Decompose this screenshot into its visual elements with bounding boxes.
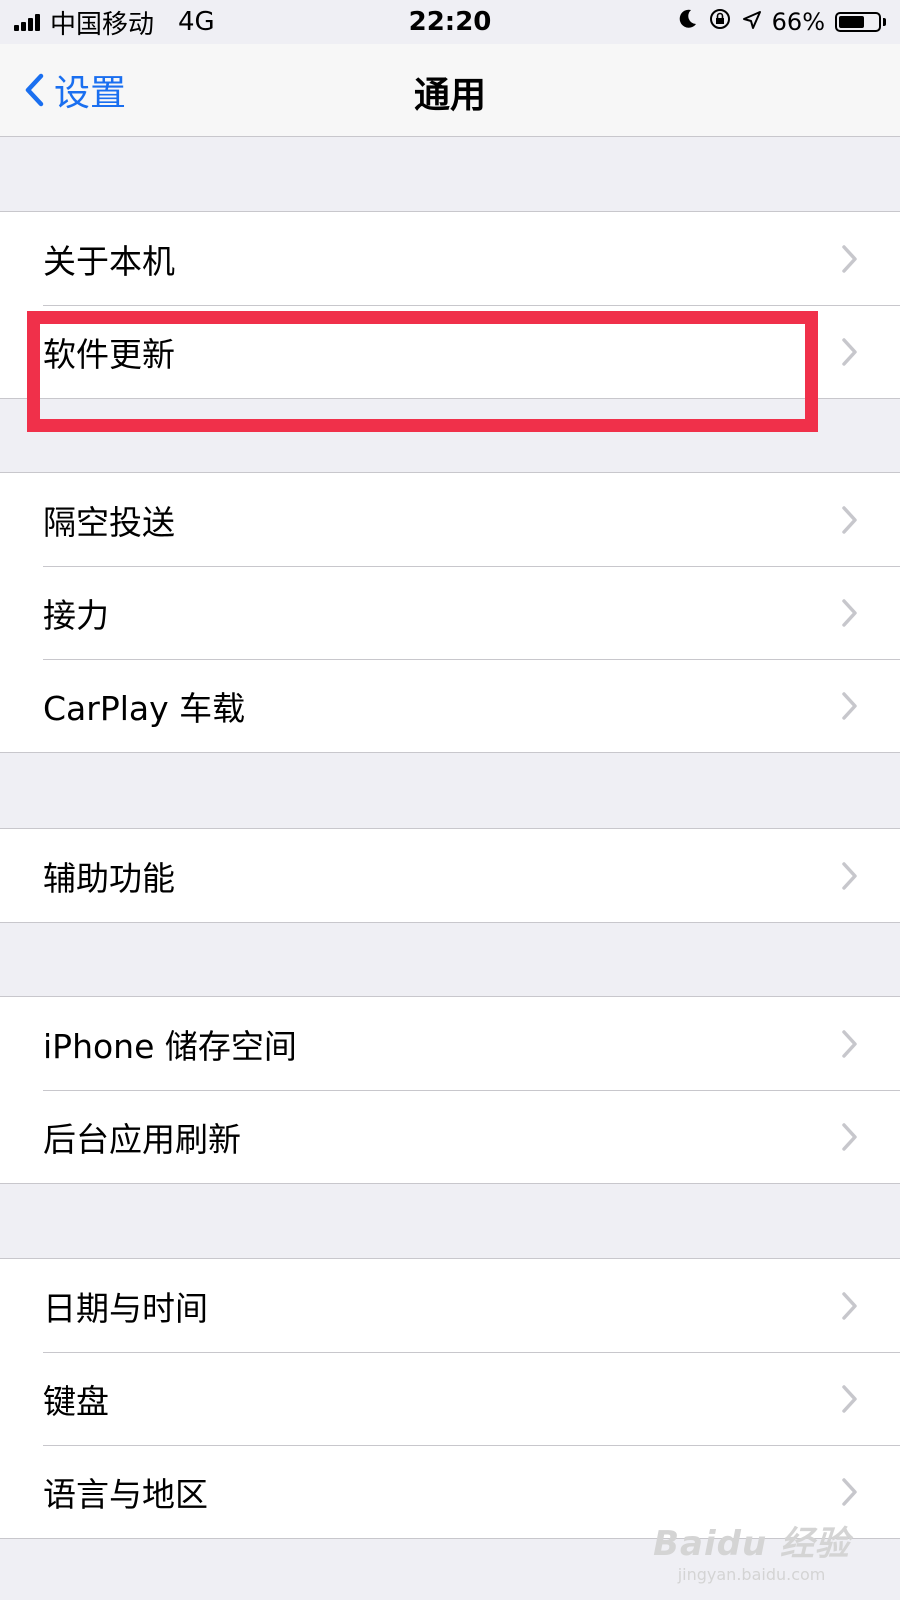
row-date-time[interactable]: 日期与时间 <box>0 1259 900 1352</box>
row-handoff[interactable]: 接力 <box>0 566 900 659</box>
page-title: 通用 <box>413 75 486 116</box>
network-type: 4G <box>178 7 215 37</box>
chevron-right-icon <box>842 692 857 720</box>
battery-icon <box>835 12 886 32</box>
row-label: 语言与地区 <box>43 1474 208 1514</box>
row-accessibility[interactable]: 辅助功能 <box>0 829 900 922</box>
row-label: 关于本机 <box>43 241 175 281</box>
row-label: 后台应用刷新 <box>43 1119 241 1159</box>
row-keyboard[interactable]: 键盘 <box>0 1352 900 1445</box>
chevron-right-icon <box>842 599 857 627</box>
row-label: 接力 <box>43 595 109 635</box>
signal-icon <box>14 13 42 31</box>
location-icon <box>742 8 762 36</box>
row-software-update[interactable]: 软件更新 <box>0 305 900 398</box>
back-button[interactable]: 设置 <box>24 64 126 116</box>
chevron-right-icon <box>842 1292 857 1320</box>
settings-group-region: 日期与时间 键盘 语言与地区 <box>0 1258 900 1539</box>
row-label: CarPlay 车载 <box>43 688 246 728</box>
status-bar-left: 中国移动 4G <box>0 4 215 41</box>
chevron-left-icon <box>25 73 44 107</box>
row-airdrop[interactable]: 隔空投送 <box>0 473 900 566</box>
settings-group-storage: iPhone 储存空间 后台应用刷新 <box>0 996 900 1184</box>
watermark-url: jingyan.baidu.com <box>677 1565 826 1584</box>
row-label: 隔空投送 <box>43 502 175 542</box>
row-iphone-storage[interactable]: iPhone 储存空间 <box>0 997 900 1090</box>
row-label: 键盘 <box>43 1381 109 1421</box>
settings-group-about: 关于本机 软件更新 <box>0 211 900 399</box>
battery-percent: 66% <box>771 8 825 36</box>
chevron-right-icon <box>842 506 857 534</box>
chevron-right-icon <box>842 338 857 366</box>
row-label: 软件更新 <box>43 334 175 374</box>
chevron-right-icon <box>842 1030 857 1058</box>
row-about[interactable]: 关于本机 <box>0 212 900 305</box>
moon-icon <box>678 8 698 36</box>
navigation-bar: 设置 通用 <box>0 44 900 137</box>
settings-group-accessibility: 辅助功能 <box>0 828 900 923</box>
status-bar-right: 66% <box>668 7 900 37</box>
carrier-name: 中国移动 <box>50 9 155 40</box>
row-language-region[interactable]: 语言与地区 <box>0 1445 900 1538</box>
row-label: iPhone 储存空间 <box>43 1026 297 1066</box>
chevron-right-icon <box>842 1123 857 1151</box>
status-bar: 中国移动 4G 22:20 66% <box>0 0 900 44</box>
row-background-refresh[interactable]: 后台应用刷新 <box>0 1090 900 1183</box>
chevron-right-icon <box>842 862 857 890</box>
row-label: 辅助功能 <box>43 858 175 898</box>
row-label: 日期与时间 <box>43 1288 208 1328</box>
row-carplay[interactable]: CarPlay 车载 <box>0 659 900 752</box>
settings-group-sharing: 隔空投送 接力 CarPlay 车载 <box>0 472 900 753</box>
chevron-right-icon <box>842 245 857 273</box>
chevron-right-icon <box>842 1478 857 1506</box>
rotation-lock-icon <box>708 7 732 37</box>
back-button-label: 设置 <box>54 73 127 114</box>
chevron-right-icon <box>842 1385 857 1413</box>
